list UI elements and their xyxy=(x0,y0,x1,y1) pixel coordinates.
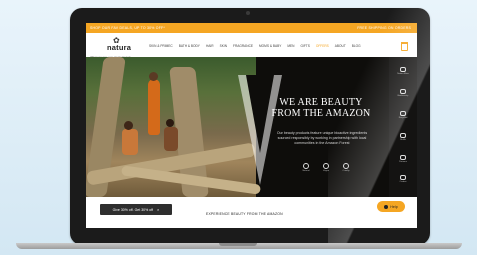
model-figure xyxy=(164,127,178,151)
nav-item-offers[interactable]: OFFERS xyxy=(316,44,329,48)
side-item[interactable]: Carbon xyxy=(396,175,410,183)
announcement-right: FREE SHIPPING ON ORDERS xyxy=(357,26,411,30)
nav-item[interactable]: BLOG xyxy=(352,44,361,48)
nav-item[interactable]: HAIR xyxy=(206,44,214,48)
side-rail: Natura Ekos Biodiversity Recycled Refill… xyxy=(389,57,417,197)
hero-banner: WE ARE BEAUTY FROM THE AMAZON Our beauty… xyxy=(86,57,417,197)
natura-logo[interactable]: ✿ natura xyxy=(104,36,132,52)
help-button[interactable]: Help xyxy=(377,201,405,212)
bunny-icon xyxy=(343,163,349,169)
hero-body: Our beauty products feature unique bioac… xyxy=(276,131,368,145)
website-screen: SHOP OUR FAV DEALS, UP TO 30% OFF* FREE … xyxy=(86,23,417,228)
model-head xyxy=(124,121,133,130)
help-label: Help xyxy=(390,204,398,209)
explore-heading: EXPERIENCE BEAUTY FROM THE AMAZON xyxy=(206,212,283,216)
hero-photo xyxy=(86,57,262,197)
nav-item[interactable]: SKIN xyxy=(220,44,227,48)
laptop-notch xyxy=(219,243,257,246)
hero-badges: Natural Vegan Cruelty xyxy=(302,163,350,173)
badge-vegan: Vegan xyxy=(322,163,330,173)
model-head xyxy=(166,119,174,127)
side-item[interactable]: Natura Ekos xyxy=(396,67,410,75)
leaf-icon xyxy=(400,89,406,94)
model-head xyxy=(149,72,158,81)
cloud-icon xyxy=(400,175,406,180)
side-item[interactable]: Biodiversity xyxy=(396,89,410,97)
announcement-bar: SHOP OUR FAV DEALS, UP TO 30% OFF* FREE … xyxy=(86,23,417,33)
nav-item[interactable]: GIFTS xyxy=(300,44,309,48)
hero-headline: WE ARE BEAUTY FROM THE AMAZON xyxy=(271,97,371,119)
nav-item[interactable]: BATH & BODY xyxy=(179,44,200,48)
announcement-left[interactable]: SHOP OUR FAV DEALS, UP TO 30% OFF* xyxy=(90,26,165,30)
nav-item[interactable]: ABOUT xyxy=(335,44,346,48)
camera-dot xyxy=(246,11,250,15)
logo-wordmark: natura xyxy=(107,43,132,52)
cart-icon[interactable] xyxy=(401,42,408,51)
recycle-icon xyxy=(400,111,406,116)
refill-icon xyxy=(400,133,406,138)
side-item[interactable]: Partners xyxy=(396,155,410,163)
promo-text: Give 30% off. Get 30% off xyxy=(112,207,153,212)
bottom-strip: Give 30% off. Get 30% off × EXPERIENCE B… xyxy=(86,197,417,228)
v-logo-icon xyxy=(400,67,406,72)
close-icon[interactable]: × xyxy=(157,207,159,212)
side-item[interactable]: Recycled xyxy=(396,111,410,119)
badge-natural: Natural xyxy=(302,163,310,173)
model-figure xyxy=(148,79,160,135)
nav-item[interactable]: SKIN & PRIMEC xyxy=(149,44,173,48)
site-header: ✿ natura What you see, you create beauty… xyxy=(86,33,417,59)
badge-cruelty-free: Cruelty xyxy=(342,163,350,173)
nav-item[interactable]: FRAGRANCE xyxy=(233,44,253,48)
referral-promo[interactable]: Give 30% off. Get 30% off × xyxy=(100,204,172,215)
model-figure xyxy=(122,129,138,155)
nav-item[interactable]: MEN xyxy=(287,44,294,48)
nav-item[interactable]: MOMS & BABY xyxy=(259,44,281,48)
vegan-icon xyxy=(323,163,329,169)
leaf-icon xyxy=(303,163,309,169)
main-nav: SKIN & PRIMEC BATH & BODY HAIR SKIN FRAG… xyxy=(149,44,361,48)
help-icon xyxy=(384,204,389,209)
people-icon xyxy=(400,155,406,160)
side-item[interactable]: Refills xyxy=(396,133,410,141)
